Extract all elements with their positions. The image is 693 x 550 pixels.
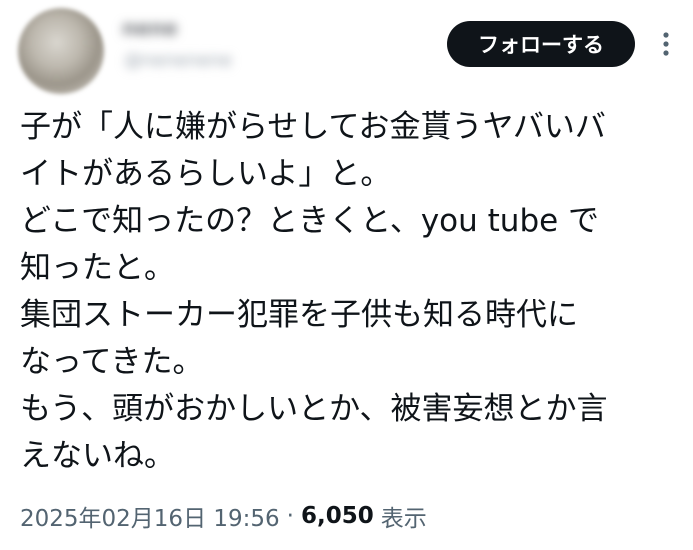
tweet-text: 子が「人に嫌がらせしてお金貰うヤバいバ イトがあるらしいよ」と。 どこで知ったの…	[20, 104, 680, 480]
tweet-header: nene @nenenene フォローする	[0, 0, 693, 96]
tweet-text-line: もう、頭がおかしいとか、被害妄想とか言	[20, 391, 608, 427]
follow-button[interactable]: フォローする	[447, 21, 635, 67]
more-vertical-icon	[663, 32, 669, 56]
display-name[interactable]: nene	[122, 16, 178, 40]
tweet-text-line: えないね。	[20, 438, 175, 474]
tweet-text-line: なってきた。	[20, 344, 204, 380]
follow-button-label: フォローする	[478, 33, 604, 57]
tweet-text-line: 知ったと。	[20, 250, 175, 286]
views-label: 表示	[380, 506, 427, 532]
tweet-text-line: 集団ストーカー犯罪を子供も知る時代に	[20, 297, 578, 333]
tweet-text-line: 子が「人に嫌がらせしてお金貰うヤバいバ	[20, 109, 606, 145]
more-options-button[interactable]	[652, 26, 680, 62]
user-name-block[interactable]: nene @nenenene	[122, 14, 382, 84]
tweet-text-line: どこで知ったの？ときくと、you tube で	[20, 203, 600, 239]
user-handle[interactable]: @nenenene	[124, 50, 232, 71]
views-count: 6,050	[300, 503, 374, 529]
tweet-meta: 2025年02月16日 19:56 · 6,050 表示	[20, 496, 427, 536]
tweet-text-line: イトがあるらしいよ」と。	[20, 156, 392, 192]
avatar[interactable]	[18, 8, 104, 94]
tweet-timestamp[interactable]: 2025年02月16日 19:56	[20, 499, 280, 533]
meta-separator: ·	[286, 503, 294, 529]
